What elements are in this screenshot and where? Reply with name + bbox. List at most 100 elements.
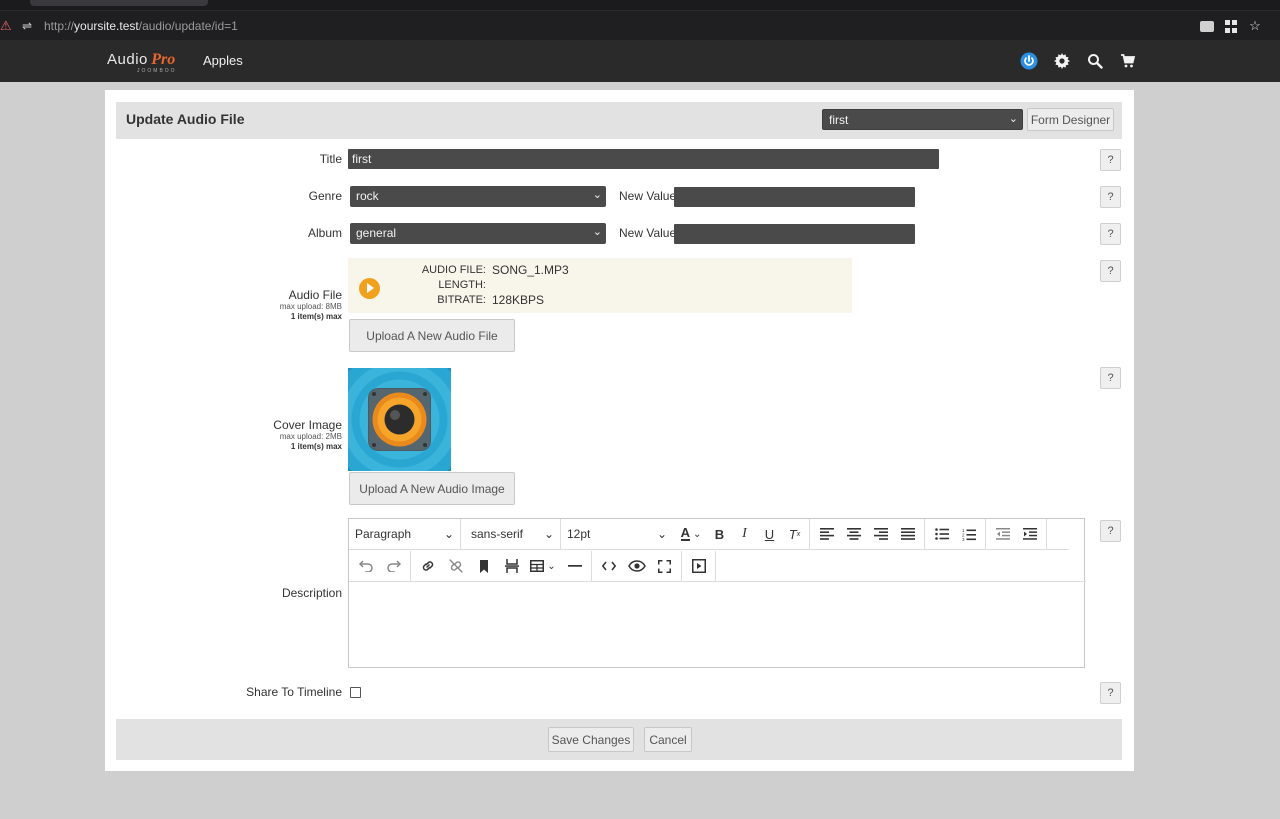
album-select[interactable]: general ⌄: [350, 223, 606, 244]
undo-icon[interactable]: [353, 554, 378, 578]
reader-view-icon[interactable]: [1200, 20, 1214, 32]
album-new-value-label: New Value: [619, 226, 677, 240]
link-icon[interactable]: [415, 554, 440, 578]
editor-toolbar-row-1: Paragraph ⌄ sans-serif ⌄ 12pt ⌄ A⌄ B I: [349, 518, 1069, 550]
description-help-button[interactable]: ?: [1100, 520, 1121, 542]
cover-image-label-block: Cover Image max upload: 2MB 1 item(s) ma…: [273, 418, 342, 452]
audiopro-logo[interactable]: Audio Pro JOOMBOO: [107, 51, 175, 74]
play-icon[interactable]: [359, 278, 380, 299]
album-help-button[interactable]: ?: [1100, 223, 1121, 245]
font-family-dropdown[interactable]: sans-serif ⌄: [461, 519, 560, 550]
preview-eye-icon[interactable]: [624, 554, 649, 578]
cover-image-speaker[interactable]: [348, 368, 451, 471]
audio-bitrate-meta-key: BITRATE:: [437, 294, 486, 306]
audio-bitrate-meta-value: 128KBPS: [492, 293, 545, 307]
chevron-down-icon: ⌄: [592, 226, 602, 238]
bookmark-icon[interactable]: [471, 554, 496, 578]
cover-image-label: Cover Image: [273, 418, 342, 432]
nav-item-apples[interactable]: Apples: [203, 53, 243, 68]
redo-icon[interactable]: [381, 554, 406, 578]
genre-new-value-label: New Value: [619, 189, 677, 203]
cover-image-items-hint: 1 item(s) max: [290, 442, 342, 451]
chevron-down-icon: ⌄: [543, 527, 554, 541]
genre-label: Genre: [308, 189, 342, 203]
form-select[interactable]: first ⌄: [822, 109, 1023, 130]
title-input[interactable]: first: [348, 149, 939, 169]
audio-file-meta-key: AUDIO FILE:: [421, 264, 486, 276]
editor-toolbar-row-2: ⌄: [349, 550, 1086, 582]
save-changes-button[interactable]: Save Changes: [548, 727, 634, 752]
genre-help-button[interactable]: ?: [1100, 186, 1121, 208]
upload-audio-file-button[interactable]: Upload A New Audio File: [349, 319, 515, 352]
source-code-icon[interactable]: [596, 554, 621, 578]
site-settings-icon[interactable]: ⇌: [22, 18, 36, 34]
description-label: Description: [281, 586, 342, 600]
app-navbar: Audio Pro JOOMBOO Apples: [0, 40, 1280, 82]
audio-file-upload-hint: max upload: 8MB: [279, 302, 342, 311]
form-designer-button[interactable]: Form Designer: [1027, 108, 1114, 131]
table-icon[interactable]: ⌄: [527, 554, 559, 578]
upload-audio-image-button[interactable]: Upload A New Audio Image: [349, 472, 515, 505]
browser-tabstrip: [0, 0, 1280, 10]
address-bar[interactable]: ⚠ ⇌ http://yoursite.test/audio/update/id…: [0, 10, 1280, 40]
share-to-timeline-checkbox[interactable]: [350, 687, 361, 698]
album-label: Album: [307, 226, 342, 240]
bold-icon[interactable]: B: [707, 522, 732, 546]
browser-tab[interactable]: [30, 0, 208, 6]
title-label: Title: [319, 152, 342, 166]
unlink-icon[interactable]: [443, 554, 468, 578]
media-embed-icon[interactable]: [686, 554, 711, 578]
audio-player: AUDIO FILE: SONG_1.MP3 LENGTH: BITRATE: …: [348, 258, 852, 313]
align-left-icon[interactable]: [814, 522, 839, 546]
panel-header: Update Audio File first ⌄ Form Designer: [116, 102, 1122, 139]
update-audio-panel: Update Audio File first ⌄ Form Designer …: [105, 90, 1134, 771]
title-help-button[interactable]: ?: [1100, 149, 1121, 171]
cancel-button[interactable]: Cancel: [644, 727, 692, 752]
chevron-down-icon: ⌄: [656, 527, 667, 541]
audio-file-label: Audio File: [288, 288, 342, 302]
gear-icon[interactable]: [1052, 51, 1072, 71]
numbered-list-icon[interactable]: 123: [956, 522, 981, 546]
description-editor: Paragraph ⌄ sans-serif ⌄ 12pt ⌄ A⌄ B I: [348, 518, 1086, 668]
align-center-icon[interactable]: [841, 522, 866, 546]
audio-length-meta-key: LENGTH:: [438, 279, 486, 291]
align-right-icon[interactable]: [868, 522, 893, 546]
audio-file-meta-value: SONG_1.MP3: [492, 263, 569, 277]
chevron-down-icon: ⌄: [1008, 113, 1018, 125]
cover-image-help-button[interactable]: ?: [1100, 367, 1121, 389]
address-url[interactable]: http://yoursite.test/audio/update/id=1: [44, 18, 238, 34]
chevron-down-icon: ⌄: [592, 189, 602, 201]
underline-icon[interactable]: U: [757, 522, 782, 546]
editor-content-area[interactable]: [349, 582, 1084, 667]
horizontal-rule-icon[interactable]: [562, 554, 587, 578]
bookmark-star-icon[interactable]: ☆: [1248, 18, 1262, 33]
indent-icon[interactable]: [1017, 522, 1042, 546]
outdent-icon[interactable]: [990, 522, 1015, 546]
bullet-list-icon[interactable]: [929, 522, 954, 546]
genre-new-value-input[interactable]: [674, 187, 915, 207]
clear-format-icon[interactable]: Tx: [782, 522, 807, 546]
page-title: Update Audio File: [126, 111, 245, 127]
power-icon[interactable]: [1019, 51, 1039, 71]
share-to-timeline-label: Share To Timeline: [246, 685, 342, 699]
extensions-grid-icon[interactable]: [1224, 19, 1238, 33]
album-new-value-input[interactable]: [674, 224, 915, 244]
align-justify-icon[interactable]: [895, 522, 920, 546]
page-break-icon[interactable]: [499, 554, 524, 578]
text-color-icon[interactable]: A ⌄: [675, 522, 707, 546]
fullscreen-icon[interactable]: [652, 554, 677, 578]
audio-file-help-button[interactable]: ?: [1100, 260, 1121, 282]
genre-select[interactable]: rock ⌄: [350, 186, 606, 207]
cover-image-upload-hint: max upload: 2MB: [279, 432, 342, 441]
audio-file-label-block: Audio File max upload: 8MB 1 item(s) max: [280, 288, 342, 322]
audio-file-items-hint: 1 item(s) max: [290, 312, 342, 321]
insecure-lock-icon[interactable]: ⚠: [0, 18, 14, 34]
font-size-dropdown[interactable]: 12pt ⌄: [561, 519, 673, 550]
search-icon[interactable]: [1085, 51, 1105, 71]
block-format-dropdown[interactable]: Paragraph ⌄: [349, 519, 460, 550]
share-help-button[interactable]: ?: [1100, 682, 1121, 704]
chevron-down-icon: ⌄: [443, 527, 454, 541]
cart-icon[interactable]: [1118, 51, 1138, 71]
svg-text:3: 3: [962, 537, 965, 541]
italic-icon[interactable]: I: [732, 522, 757, 546]
